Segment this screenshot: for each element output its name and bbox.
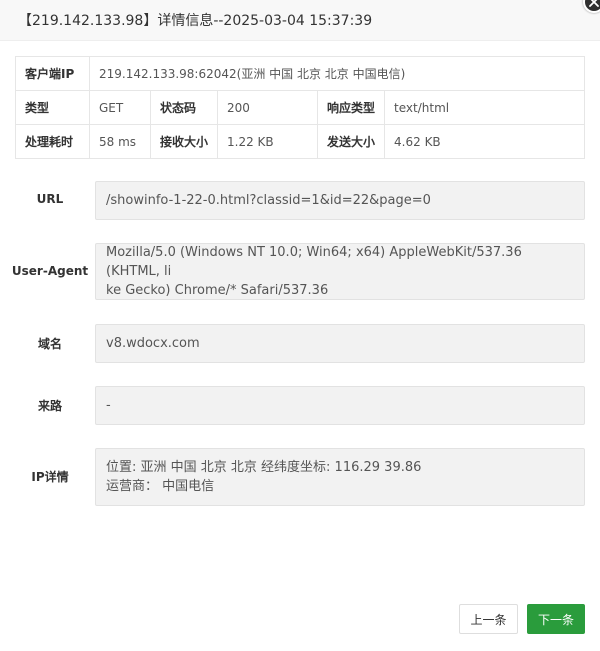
url-label: URL [36, 192, 64, 206]
response-type-label: 响应类型 [317, 90, 386, 125]
summary-table: 客户端IP 219.142.133.98:62042(亚洲 中国 北京 北京 中… [15, 56, 585, 159]
close-icon [589, 0, 599, 7]
user-agent-field[interactable]: Mozilla/5.0 (Windows NT 10.0; Win64; x64… [95, 243, 585, 300]
previous-button[interactable]: 上一条 [459, 604, 518, 634]
domain-label: 域名 [37, 337, 62, 351]
status-code-label: 状态码 [149, 90, 219, 125]
referer-field[interactable]: - [95, 386, 585, 425]
ip-detail-field[interactable]: 位置: 亚洲 中国 北京 北京 经纬度坐标: 116.29 39.86 运营商：… [95, 448, 585, 506]
table-row: 客户端IP 219.142.133.98:62042(亚洲 中国 北京 北京 中… [15, 56, 585, 91]
dialog-titlebar: 【219.142.133.98】详情信息--2025-03-04 15:37:3… [0, 0, 600, 41]
duration-label: 处理耗时 [15, 124, 90, 159]
client-ip-value: 219.142.133.98:62042(亚洲 中国 北京 北京 中国电信) [89, 56, 585, 91]
table-row: 类型 GET 状态码 200 响应类型 text/html [15, 90, 585, 125]
received-size-value: 1.22 KB [217, 124, 319, 159]
response-type-value: text/html [384, 90, 585, 125]
ip-detail-label: IP详情 [31, 470, 69, 484]
domain-field[interactable]: v8.wdocx.com [95, 324, 585, 363]
user-agent-label: User-Agent [11, 264, 89, 278]
ip-location-line: 位置: 亚洲 中国 北京 北京 经纬度坐标: 116.29 39.86 [106, 460, 422, 475]
status-code-value: 200 [217, 90, 319, 125]
domain-value: v8.wdocx.com [106, 336, 200, 351]
user-agent-line: ke Gecko) Chrome/* Safari/537.36 [106, 283, 329, 298]
type-label: 类型 [15, 90, 90, 125]
table-row: 处理耗时 58 ms 接收大小 1.22 KB 发送大小 4.62 KB [15, 124, 585, 159]
next-button[interactable]: 下一条 [527, 604, 585, 634]
url-field[interactable]: /showinfo-1-22-0.html?classid=1&id=22&pa… [95, 181, 585, 220]
type-value: GET [89, 90, 151, 125]
url-value: /showinfo-1-22-0.html?classid=1&id=22&pa… [106, 193, 431, 208]
dialog-title: 【219.142.133.98】详情信息--2025-03-04 15:37:3… [18, 13, 373, 29]
received-size-label: 接收大小 [149, 124, 219, 159]
client-ip-label: 客户端IP [15, 56, 90, 91]
sent-size-value: 4.62 KB [384, 124, 585, 159]
referer-label: 来路 [37, 399, 62, 413]
sent-size-label: 发送大小 [317, 124, 386, 159]
duration-value: 58 ms [89, 124, 151, 159]
user-agent-line: Mozilla/5.0 (Windows NT 10.0; Win64; x64… [106, 245, 522, 279]
ip-carrier-line: 运营商： 中国电信 [106, 479, 215, 494]
referer-value: - [106, 398, 111, 413]
